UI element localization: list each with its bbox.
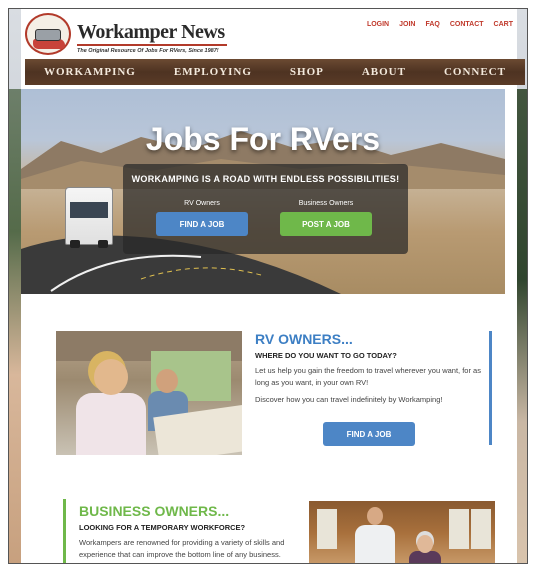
business-owners-subhead: LOOKING FOR A TEMPORARY WORKFORCE? [79, 523, 246, 532]
nav-item-workamping[interactable]: WORKAMPING [44, 66, 136, 78]
rv-find-job-button[interactable]: FIND A JOB [323, 422, 415, 446]
logo-word-workamper: Workamper [77, 21, 177, 43]
photo-man-head [367, 507, 383, 525]
nav-item-shop[interactable]: SHOP [290, 66, 324, 78]
rv-icon [35, 29, 61, 41]
site-header: Workamper News The Original Resource Of … [21, 9, 517, 59]
photo-man [355, 525, 395, 563]
rv-owners-subhead: WHERE DO YOU WANT TO GO TODAY? [255, 351, 397, 360]
hero-banner: Jobs For RVers WORKAMPING IS A ROAD WITH… [21, 89, 505, 294]
photo-woman-head [417, 535, 433, 553]
business-owners-title: BUSINESS OWNERS... [79, 503, 230, 519]
rv-owners-text: RV OWNERS... WHERE DO YOU WANT TO GO TOD… [255, 331, 483, 406]
rv-windshield [70, 202, 108, 218]
main-nav: WORKAMPING EMPLOYING SHOP ABOUT CONNECT [25, 59, 525, 85]
rv-owners-paragraph-1: Let us help you gain the freedom to trav… [255, 366, 481, 387]
rv-owners-title: RV OWNERS... [255, 331, 353, 347]
nav-item-connect[interactable]: CONNECT [444, 66, 506, 78]
photo-window [317, 509, 337, 549]
hero-cta-box: WORKAMPING IS A ROAD WITH ENDLESS POSSIB… [123, 164, 408, 254]
rv-owners-paragraph-2: Discover how you can travel indefinitely… [255, 395, 443, 404]
background-scenery-left [9, 89, 21, 563]
logo-tagline: The Original Resource Of Jobs For RVers,… [77, 48, 219, 54]
photo-man-head [156, 369, 178, 393]
business-owners-paragraph-1: Workampers are renowned for providing a … [79, 538, 285, 559]
logo-badge-icon[interactable] [25, 13, 71, 55]
logo-underline [77, 44, 227, 46]
rv-vehicle-image [65, 187, 113, 248]
biz-section-accent-bar [63, 499, 66, 563]
photo-window [449, 509, 469, 549]
rv-section-accent-bar [489, 331, 492, 445]
hero-title: Jobs For RVers [145, 121, 381, 157]
hero-find-job-button[interactable]: FIND A JOB [156, 212, 248, 236]
contact-link[interactable]: CONTACT [450, 21, 484, 28]
photo-woman [76, 393, 146, 455]
nav-item-employing[interactable]: EMPLOYING [174, 66, 252, 78]
top-links: LOGIN JOIN FAQ CONTACT CART [367, 21, 513, 28]
hero-post-job-button[interactable]: POST A JOB [280, 212, 372, 236]
page-frame: Workamper News The Original Resource Of … [8, 8, 528, 564]
main-content: Workamper News The Original Resource Of … [21, 9, 525, 563]
hero-tagline: WORKAMPING IS A ROAD WITH ENDLESS POSSIB… [131, 174, 400, 184]
business-owners-text: BUSINESS OWNERS... LOOKING FOR A TEMPORA… [79, 503, 289, 561]
rv-owners-photo [56, 331, 242, 455]
rv-owners-label: RV Owners [184, 200, 220, 207]
logo-title[interactable]: Workamper News [77, 21, 225, 44]
login-link[interactable]: LOGIN [367, 21, 389, 28]
photo-window [471, 509, 491, 549]
rv-wheel [70, 240, 80, 248]
business-owners-label: Business Owners [298, 200, 354, 207]
nav-item-about[interactable]: ABOUT [362, 66, 406, 78]
rv-wheel [98, 240, 108, 248]
business-owners-photo [309, 501, 495, 563]
faq-link[interactable]: FAQ [425, 21, 439, 28]
join-link[interactable]: JOIN [399, 21, 415, 28]
photo-woman-head [94, 359, 128, 395]
logo-word-news: News [181, 21, 225, 43]
cart-link[interactable]: CART [494, 21, 513, 28]
